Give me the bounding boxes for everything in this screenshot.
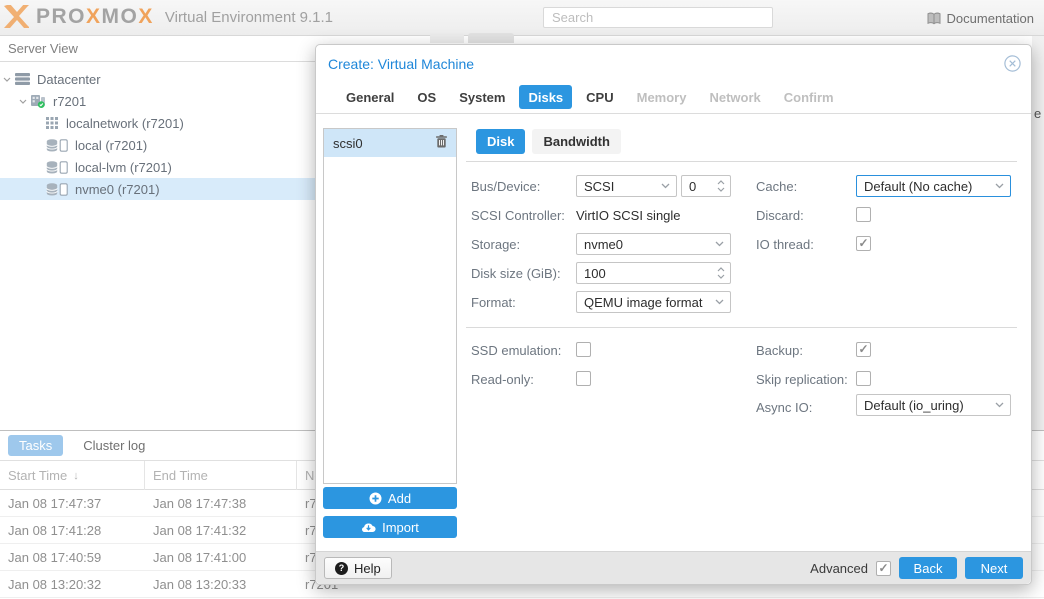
tab-memory: Memory	[628, 85, 696, 109]
occluded-toolbar-fragment	[430, 33, 464, 43]
disk-subtabs: Disk Bandwidth	[476, 129, 621, 154]
chevron-down-icon[interactable]	[2, 77, 12, 82]
tab-general[interactable]: General	[337, 85, 403, 109]
chevron-down-icon	[661, 183, 670, 189]
occluded-text-fragment: e	[1034, 106, 1041, 121]
column-header-start-time[interactable]: Start Time ↓	[0, 461, 145, 490]
add-disk-button[interactable]: Add	[323, 487, 457, 509]
disk-list-item-scsi0[interactable]: scsi0	[324, 129, 456, 157]
occluded-toolbar-fragment	[468, 33, 514, 43]
tab-cluster-log[interactable]: Cluster log	[77, 435, 151, 456]
tab-disk[interactable]: Disk	[476, 129, 525, 154]
ssd-emulation-checkbox[interactable]	[576, 342, 591, 357]
view-selector[interactable]: Server View	[0, 36, 316, 62]
tab-confirm: Confirm	[775, 85, 843, 109]
tab-os[interactable]: OS	[408, 85, 445, 109]
back-button[interactable]: Back	[899, 557, 957, 579]
bus-select[interactable]: SCSI	[576, 175, 677, 197]
chevron-down-icon	[995, 183, 1004, 189]
scsi-controller-value: VirtIO SCSI single	[576, 204, 681, 226]
tree-item-storage-local[interactable]: local (r7201)	[0, 134, 316, 156]
tab-cpu[interactable]: CPU	[577, 85, 622, 109]
tree-item-localnetwork[interactable]: localnetwork (r7201)	[0, 112, 316, 134]
chevron-down-icon[interactable]	[18, 99, 28, 104]
disk-size-spinner[interactable]: 100	[576, 262, 731, 284]
bus-number-spinner[interactable]: 0	[681, 175, 731, 197]
chevron-down-icon	[715, 299, 724, 305]
storage-icon	[46, 139, 68, 152]
read-only-checkbox[interactable]	[576, 371, 591, 386]
create-vm-dialog: Create: Virtual Machine General OS Syste…	[315, 44, 1032, 585]
proxmox-logo: PROXMOX Virtual Environment 9.1.1	[2, 5, 333, 29]
node-icon	[31, 95, 46, 108]
spinner-arrows-icon	[717, 180, 725, 192]
product-version: Virtual Environment 9.1.1	[165, 9, 333, 26]
next-button[interactable]: Next	[965, 557, 1023, 579]
storage-icon	[46, 161, 68, 174]
tree-item-node-r7201[interactable]: r7201	[0, 90, 316, 112]
help-button[interactable]: ? Help	[324, 557, 392, 579]
close-icon[interactable]	[1004, 55, 1021, 72]
advanced-label: Advanced	[810, 561, 868, 576]
import-disk-button[interactable]: Import	[323, 516, 457, 538]
tab-disks[interactable]: Disks	[519, 85, 572, 109]
backup-checkbox[interactable]	[856, 342, 871, 357]
trash-icon[interactable]	[436, 135, 447, 151]
question-circle-icon: ?	[335, 562, 348, 575]
search-input[interactable]	[543, 7, 773, 28]
proxmox-x-icon	[2, 5, 29, 29]
tree-item-storage-nvme0[interactable]: nvme0 (r7201)	[0, 178, 316, 200]
disk-list: scsi0	[323, 128, 457, 484]
async-io-select[interactable]: Default (io_uring)	[856, 394, 1011, 416]
advanced-checkbox[interactable]	[876, 561, 891, 576]
proxmox-app: PROXMOX Virtual Environment 9.1.1 Docume…	[0, 0, 1044, 599]
occluded-content-panel: e	[1032, 36, 1044, 430]
chevron-down-icon	[715, 241, 724, 247]
format-select[interactable]: QEMU image format	[576, 291, 731, 313]
tab-system[interactable]: System	[450, 85, 514, 109]
dialog-title: Create: Virtual Machine	[328, 56, 474, 72]
network-grid-icon	[46, 117, 58, 129]
spinner-arrows-icon	[717, 267, 725, 279]
cloud-download-icon	[361, 521, 376, 533]
tree-item-datacenter[interactable]: Datacenter	[0, 68, 316, 90]
logo-wordmark: PROXMOX	[36, 5, 154, 29]
storage-select[interactable]: nvme0	[576, 233, 731, 255]
io-thread-checkbox[interactable]	[856, 236, 871, 251]
tab-network: Network	[700, 85, 769, 109]
dialog-footer: ? Help Advanced Back Next	[316, 551, 1031, 584]
book-icon	[927, 12, 941, 25]
wizard-tab-bar: General OS System Disks CPU Memory Netwo…	[316, 85, 1031, 114]
sort-arrow-icon: ↓	[73, 470, 79, 482]
column-header-end-time[interactable]: End Time	[145, 461, 297, 490]
app-header: PROXMOX Virtual Environment 9.1.1 Docume…	[0, 0, 1044, 36]
skip-replication-checkbox[interactable]	[856, 371, 871, 386]
tab-tasks[interactable]: Tasks	[8, 435, 63, 456]
divider	[466, 327, 1017, 328]
plus-circle-icon	[369, 492, 382, 505]
divider	[466, 161, 1017, 162]
documentation-button[interactable]: Documentation	[921, 6, 1040, 30]
server-icon	[15, 73, 30, 85]
discard-checkbox[interactable]	[856, 207, 871, 222]
resource-tree: Datacenter r7201	[0, 68, 316, 200]
tree-item-storage-local-lvm[interactable]: local-lvm (r7201)	[0, 156, 316, 178]
tab-bandwidth[interactable]: Bandwidth	[532, 129, 620, 154]
chevron-down-icon	[995, 402, 1004, 408]
cache-select[interactable]: Default (No cache)	[856, 175, 1011, 197]
storage-icon	[46, 183, 68, 196]
